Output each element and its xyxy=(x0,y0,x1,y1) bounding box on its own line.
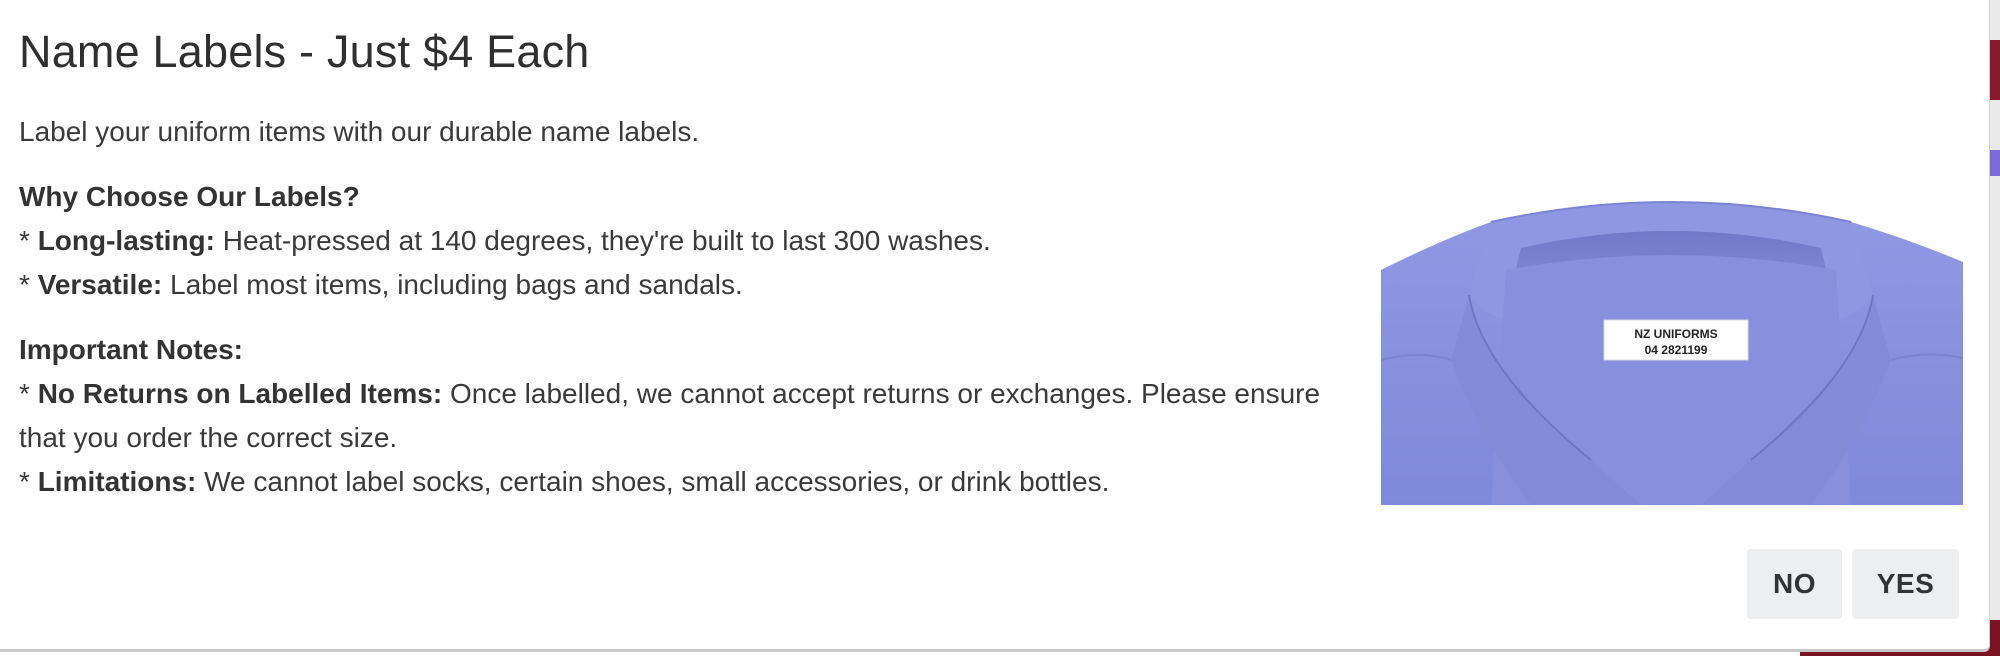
why-heading: Why Choose Our Labels? xyxy=(19,181,360,212)
label-line-2: 04 2821199 xyxy=(1645,343,1708,357)
note-item-no-returns: * No Returns on Labelled Items: Once lab… xyxy=(19,372,1364,460)
shirt-collar-label-image: NZ UNIFORMS 04 2821199 xyxy=(1381,200,1963,505)
intro-text: Label your uniform items with our durabl… xyxy=(19,116,700,147)
why-item-text: Label most items, including bags and san… xyxy=(162,269,743,300)
bullet-marker: * xyxy=(19,269,38,300)
why-item-versatile: * Versatile: Label most items, including… xyxy=(19,263,1364,307)
why-item-label: Long-lasting: xyxy=(37,225,215,256)
bullet-marker: * xyxy=(19,466,38,497)
yes-button[interactable]: YES xyxy=(1852,549,1959,619)
label-line-1: NZ UNIFORMS xyxy=(1634,327,1717,341)
notes-heading: Important Notes: xyxy=(19,334,243,365)
note-item-label: Limitations: xyxy=(37,466,197,497)
dialog-title: Name Labels - Just $4 Each xyxy=(19,26,590,77)
bullet-marker: * xyxy=(19,225,38,256)
name-labels-dialog: Name Labels - Just $4 Each Label your un… xyxy=(0,0,1990,652)
no-button[interactable]: NO xyxy=(1747,549,1842,619)
bullet-marker: * xyxy=(19,378,38,409)
dialog-body: Label your uniform items with our durabl… xyxy=(19,110,1364,504)
note-item-text: We cannot label socks, certain shoes, sm… xyxy=(196,466,1110,497)
why-item-text: Heat-pressed at 140 degrees, they're bui… xyxy=(214,225,991,256)
why-item-label: Versatile: xyxy=(37,269,163,300)
why-item-long-lasting: * Long-lasting: Heat-pressed at 140 degr… xyxy=(19,219,1364,263)
note-item-label: No Returns on Labelled Items: xyxy=(37,378,443,409)
note-item-limitations: * Limitations: We cannot label socks, ce… xyxy=(19,460,1364,504)
